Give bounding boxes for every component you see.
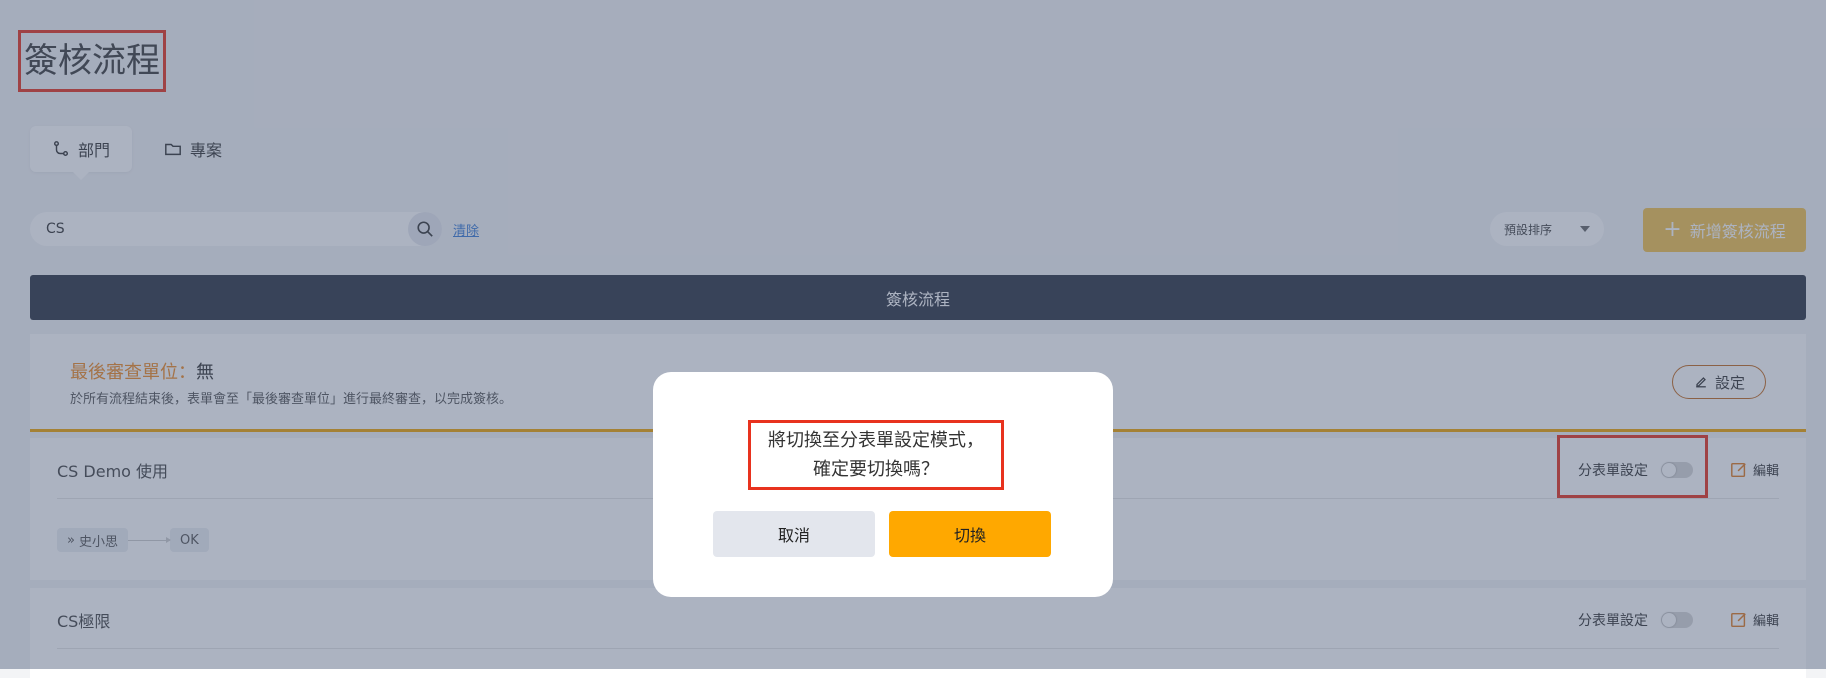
dialog-message-line2: 確定要切換嗎？ bbox=[813, 459, 939, 480]
switch-button[interactable]: 切換 bbox=[889, 511, 1051, 557]
confirm-dialog: 將切換至分表單設定模式， 確定要切換嗎？ 取消 切換 bbox=[653, 372, 1113, 597]
cancel-button[interactable]: 取消 bbox=[713, 511, 875, 557]
dialog-message: 將切換至分表單設定模式， 確定要切換嗎？ bbox=[748, 420, 1004, 490]
dialog-message-line1: 將切換至分表單設定模式， bbox=[768, 430, 984, 451]
